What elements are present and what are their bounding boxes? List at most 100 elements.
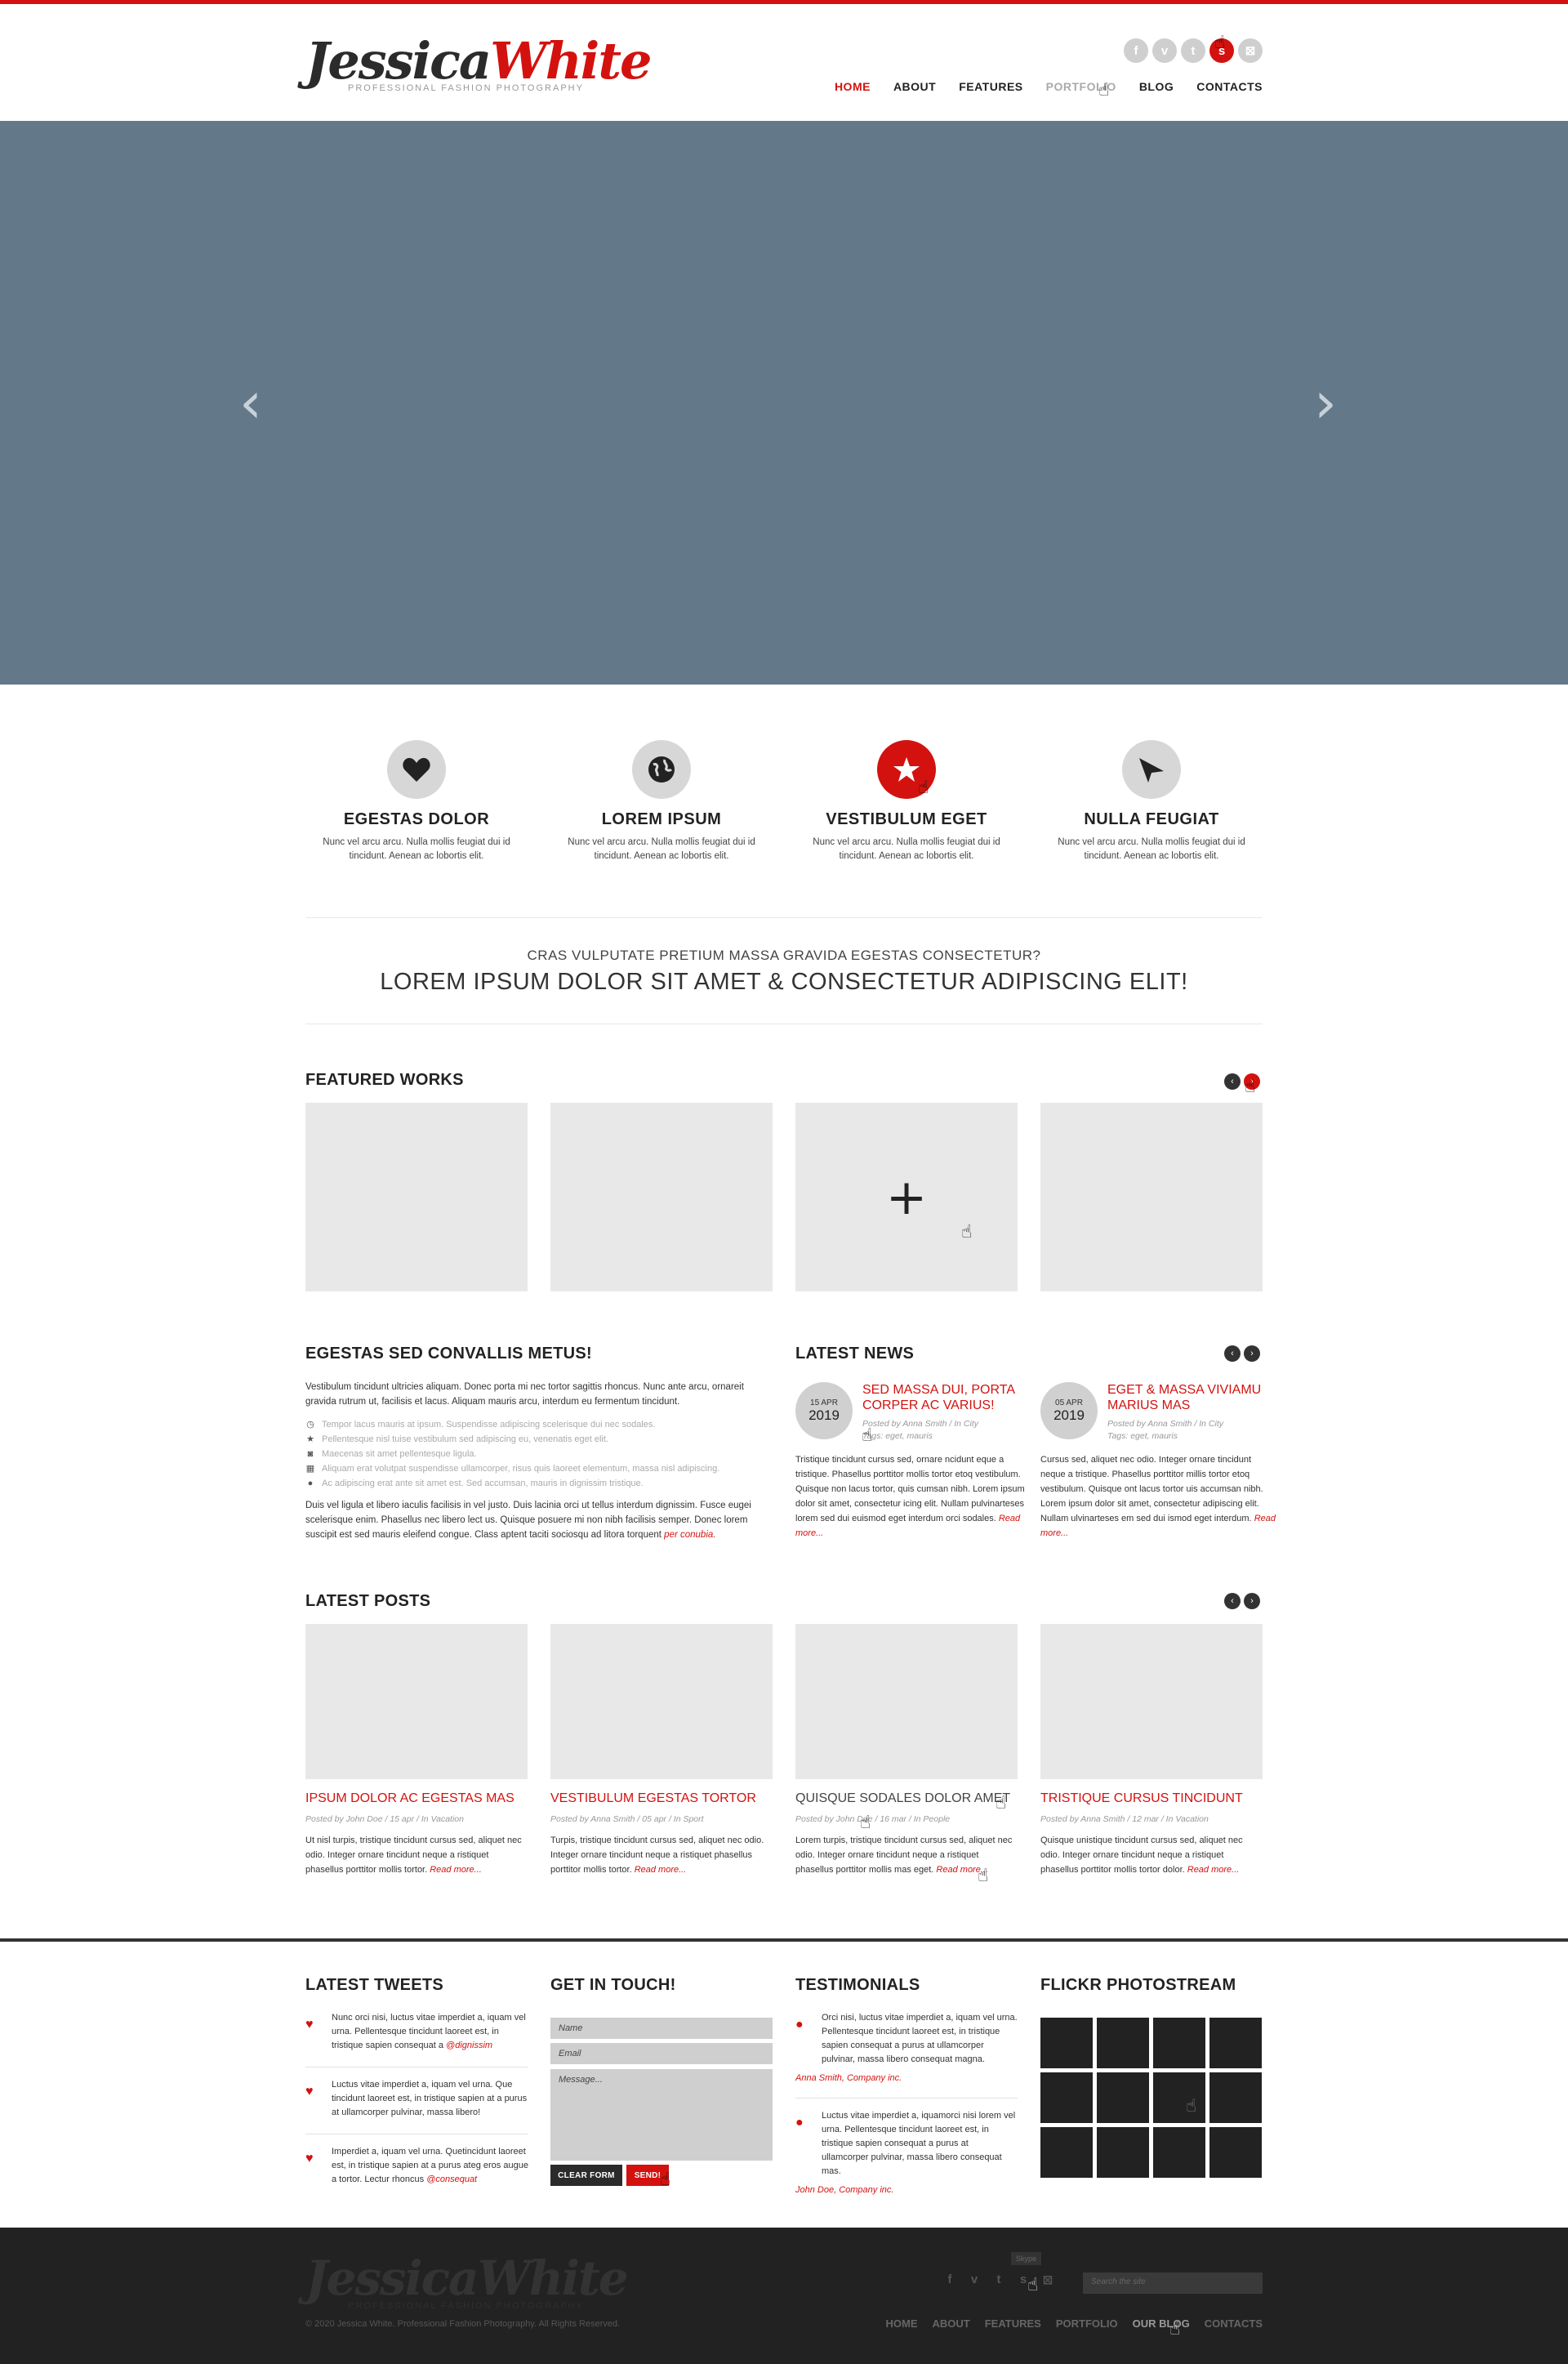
flickr-photo[interactable] (1153, 2018, 1205, 2068)
news-meta: Posted by Anna Smith / In City Tags: eget… (862, 1419, 979, 1441)
footer-nav-about[interactable]: ABOUT (933, 2317, 970, 2330)
footer-nav-portfolio[interactable]: PORTFOLIO (1056, 2317, 1118, 2330)
vimeo-icon[interactable]: v (1152, 38, 1177, 63)
read-more-link[interactable]: Read more... (430, 1865, 482, 1875)
flickr-photo[interactable] (1040, 2018, 1093, 2068)
tumblr-icon[interactable]: t (1181, 38, 1205, 63)
twitter-bird-icon: ♥ (305, 2018, 314, 2032)
speech-bubble-icon: ● (795, 2018, 804, 2032)
facebook-icon[interactable]: f (943, 2273, 956, 2287)
post-meta: Posted by Anna Smith / 12 mar / In Vacat… (1040, 1814, 1209, 1824)
tweet-handle[interactable]: @dignissim (446, 2041, 492, 2050)
nav-home[interactable]: HOME (835, 80, 871, 93)
flickr-icon[interactable]: ⊠ (1238, 38, 1263, 63)
star-icon: ★ (306, 1434, 314, 1444)
post-meta: Posted by John Doe / 16 mar / In People (795, 1814, 951, 1824)
next-button[interactable]: › (1244, 1593, 1260, 1609)
footer-nav-contacts[interactable]: CONTACTS (1205, 2317, 1263, 2330)
clear-form-button[interactable]: CLEAR FORM (550, 2165, 622, 2186)
flickr-photo[interactable] (1097, 2127, 1149, 2178)
nav-contacts[interactable]: CONTACTS (1196, 80, 1263, 93)
email-field[interactable]: Email (550, 2043, 773, 2064)
post-thumb[interactable] (795, 1624, 1018, 1779)
flickr-photo[interactable] (1097, 2072, 1149, 2123)
cursor-hand-icon: ☝ (961, 1222, 973, 1242)
cursor-hand-icon: ☝ (996, 1793, 1007, 1813)
flickr-photo[interactable] (1153, 2072, 1205, 2123)
copyright: © 2020 Jessica White. Professional Fashi… (305, 2319, 621, 2329)
testimonials-title: TESTIMONIALS (795, 1976, 920, 1994)
divider (305, 917, 1263, 918)
logo[interactable]: JessicaWhite PROFESSIONAL FASHION PHOTOG… (305, 33, 652, 94)
featured-thumb[interactable] (550, 1103, 773, 1291)
post-meta: Posted by John Doe / 15 apr / In Vacatio… (305, 1814, 464, 1824)
list-item: ◙ Maecenas sit amet pellentesque ligula. (305, 1447, 771, 1461)
about-outro-link[interactable]: per conubia. (664, 1530, 715, 1540)
footer-logo[interactable]: JessicaWhite (305, 2252, 629, 2304)
prev-button[interactable]: ‹ (1224, 1345, 1241, 1362)
post-meta: Posted by Anna Smith / 05 apr / In Sport (550, 1814, 704, 1824)
flickr-photo[interactable] (1209, 2127, 1262, 2178)
post-thumb[interactable] (1040, 1624, 1263, 1779)
featured-thumb[interactable] (305, 1103, 528, 1291)
nav-about[interactable]: ABOUT (893, 80, 936, 93)
about-title: EGESTAS SED CONVALLIS METUS! (305, 1345, 593, 1363)
post-thumb[interactable] (550, 1624, 773, 1779)
slider-prev-arrow[interactable]: ‹ (234, 366, 267, 439)
post-title[interactable]: VESTIBULUM EGESTAS TORTOR (550, 1791, 756, 1806)
read-more-link[interactable]: Read more... (1187, 1865, 1240, 1875)
nav-features[interactable]: FEATURES (959, 80, 1022, 93)
message-field[interactable]: Message... (550, 2069, 773, 2161)
footer-nav-blog[interactable]: OUR BLOG (1133, 2317, 1190, 2330)
nav-blog[interactable]: BLOG (1139, 80, 1174, 93)
flickr-photo[interactable] (1097, 2018, 1149, 2068)
facebook-icon[interactable]: f (1124, 38, 1148, 63)
read-more-link[interactable]: Read more... (635, 1865, 687, 1875)
search-input[interactable]: Search the site (1083, 2273, 1263, 2294)
feature-text: Nunc vel arcu arcu. Nulla mollis feugiat… (323, 837, 510, 861)
heart-icon (387, 740, 446, 799)
flickr-photo[interactable] (1209, 2072, 1262, 2123)
flickr-photo[interactable] (1209, 2018, 1262, 2068)
tumblr-icon[interactable]: t (992, 2273, 1005, 2287)
tweet-item: ♥ Nunc orci nisi, luctus vitae imperdiet… (305, 2013, 526, 2050)
post-title[interactable]: IPSUM DOLOR AC EGESTAS MAS (305, 1791, 514, 1806)
divider (795, 2098, 1018, 2099)
flickr-photo[interactable] (1153, 2127, 1205, 2178)
footer-nav-features[interactable]: FEATURES (985, 2317, 1041, 2330)
vimeo-icon[interactable]: v (968, 2273, 981, 2287)
tooltip: Skype (1011, 2252, 1042, 2265)
name-field[interactable]: Name (550, 2018, 773, 2039)
news-meta: Posted by Anna Smith / In City Tags: eget… (1107, 1419, 1224, 1441)
featured-thumb[interactable]: + (795, 1103, 1018, 1291)
post-thumb[interactable] (305, 1624, 528, 1779)
post-title[interactable]: TRISTIQUE CURSUS TINCIDUNT (1040, 1791, 1243, 1806)
plus-icon[interactable]: + (886, 1173, 927, 1222)
tweet-handle[interactable]: @consequat (426, 2174, 477, 2184)
flickr-icon[interactable]: ⊠ (1041, 2273, 1054, 2287)
tweet-item: ♥ Imperdiet a, iquam vel urna. Quetincid… (305, 2147, 528, 2184)
tagline-sub: CRAS VULPUTATE PRETIUM MASSA GRAVIDA EGE… (527, 948, 1041, 963)
about-list: ◷ Tempor lacus mauris at ipsum. Suspendis… (305, 1417, 771, 1491)
feature-title: VESTIBULUM EGET (826, 810, 987, 828)
flickr-photo[interactable] (1040, 2072, 1093, 2123)
testimonial-item: ● Luctus vitae imperdiet a, iquamorci ni… (795, 2109, 1018, 2195)
tweet-item: ♥ Luctus vitae imperdiet a, iquam vel ur… (305, 2080, 528, 2117)
news-title[interactable]: SED MASSA DUI, PORTA CORPER AC VARIUS! (862, 1382, 1050, 1413)
post-title[interactable]: QUISQUE SODALES DOLOR AMET (795, 1791, 1010, 1806)
news-title[interactable]: EGET & MASSA VIVIAMU MARIUS MAS (1107, 1382, 1295, 1413)
footer-nav-home[interactable]: HOME (886, 2317, 918, 2330)
globe-icon (632, 740, 691, 799)
cursor-hand-icon: ☝ (1098, 80, 1110, 100)
camera-icon: ◙ (307, 1449, 314, 1459)
slider-next-arrow[interactable]: › (1309, 366, 1342, 439)
prev-button[interactable]: ‹ (1224, 1073, 1241, 1090)
flickr-photo[interactable] (1040, 2127, 1093, 2178)
posts-pager: ‹ › (1224, 1593, 1260, 1609)
prev-button[interactable]: ‹ (1224, 1593, 1241, 1609)
next-button[interactable]: › (1244, 1345, 1260, 1362)
feature-title: LOREM IPSUM (601, 810, 722, 828)
list-item: ▦ Aliquam erat volutpat suspendisse ullam… (305, 1464, 720, 1474)
featured-thumb[interactable] (1040, 1103, 1263, 1291)
cursor-hand-icon: ☝ (1027, 2275, 1039, 2295)
